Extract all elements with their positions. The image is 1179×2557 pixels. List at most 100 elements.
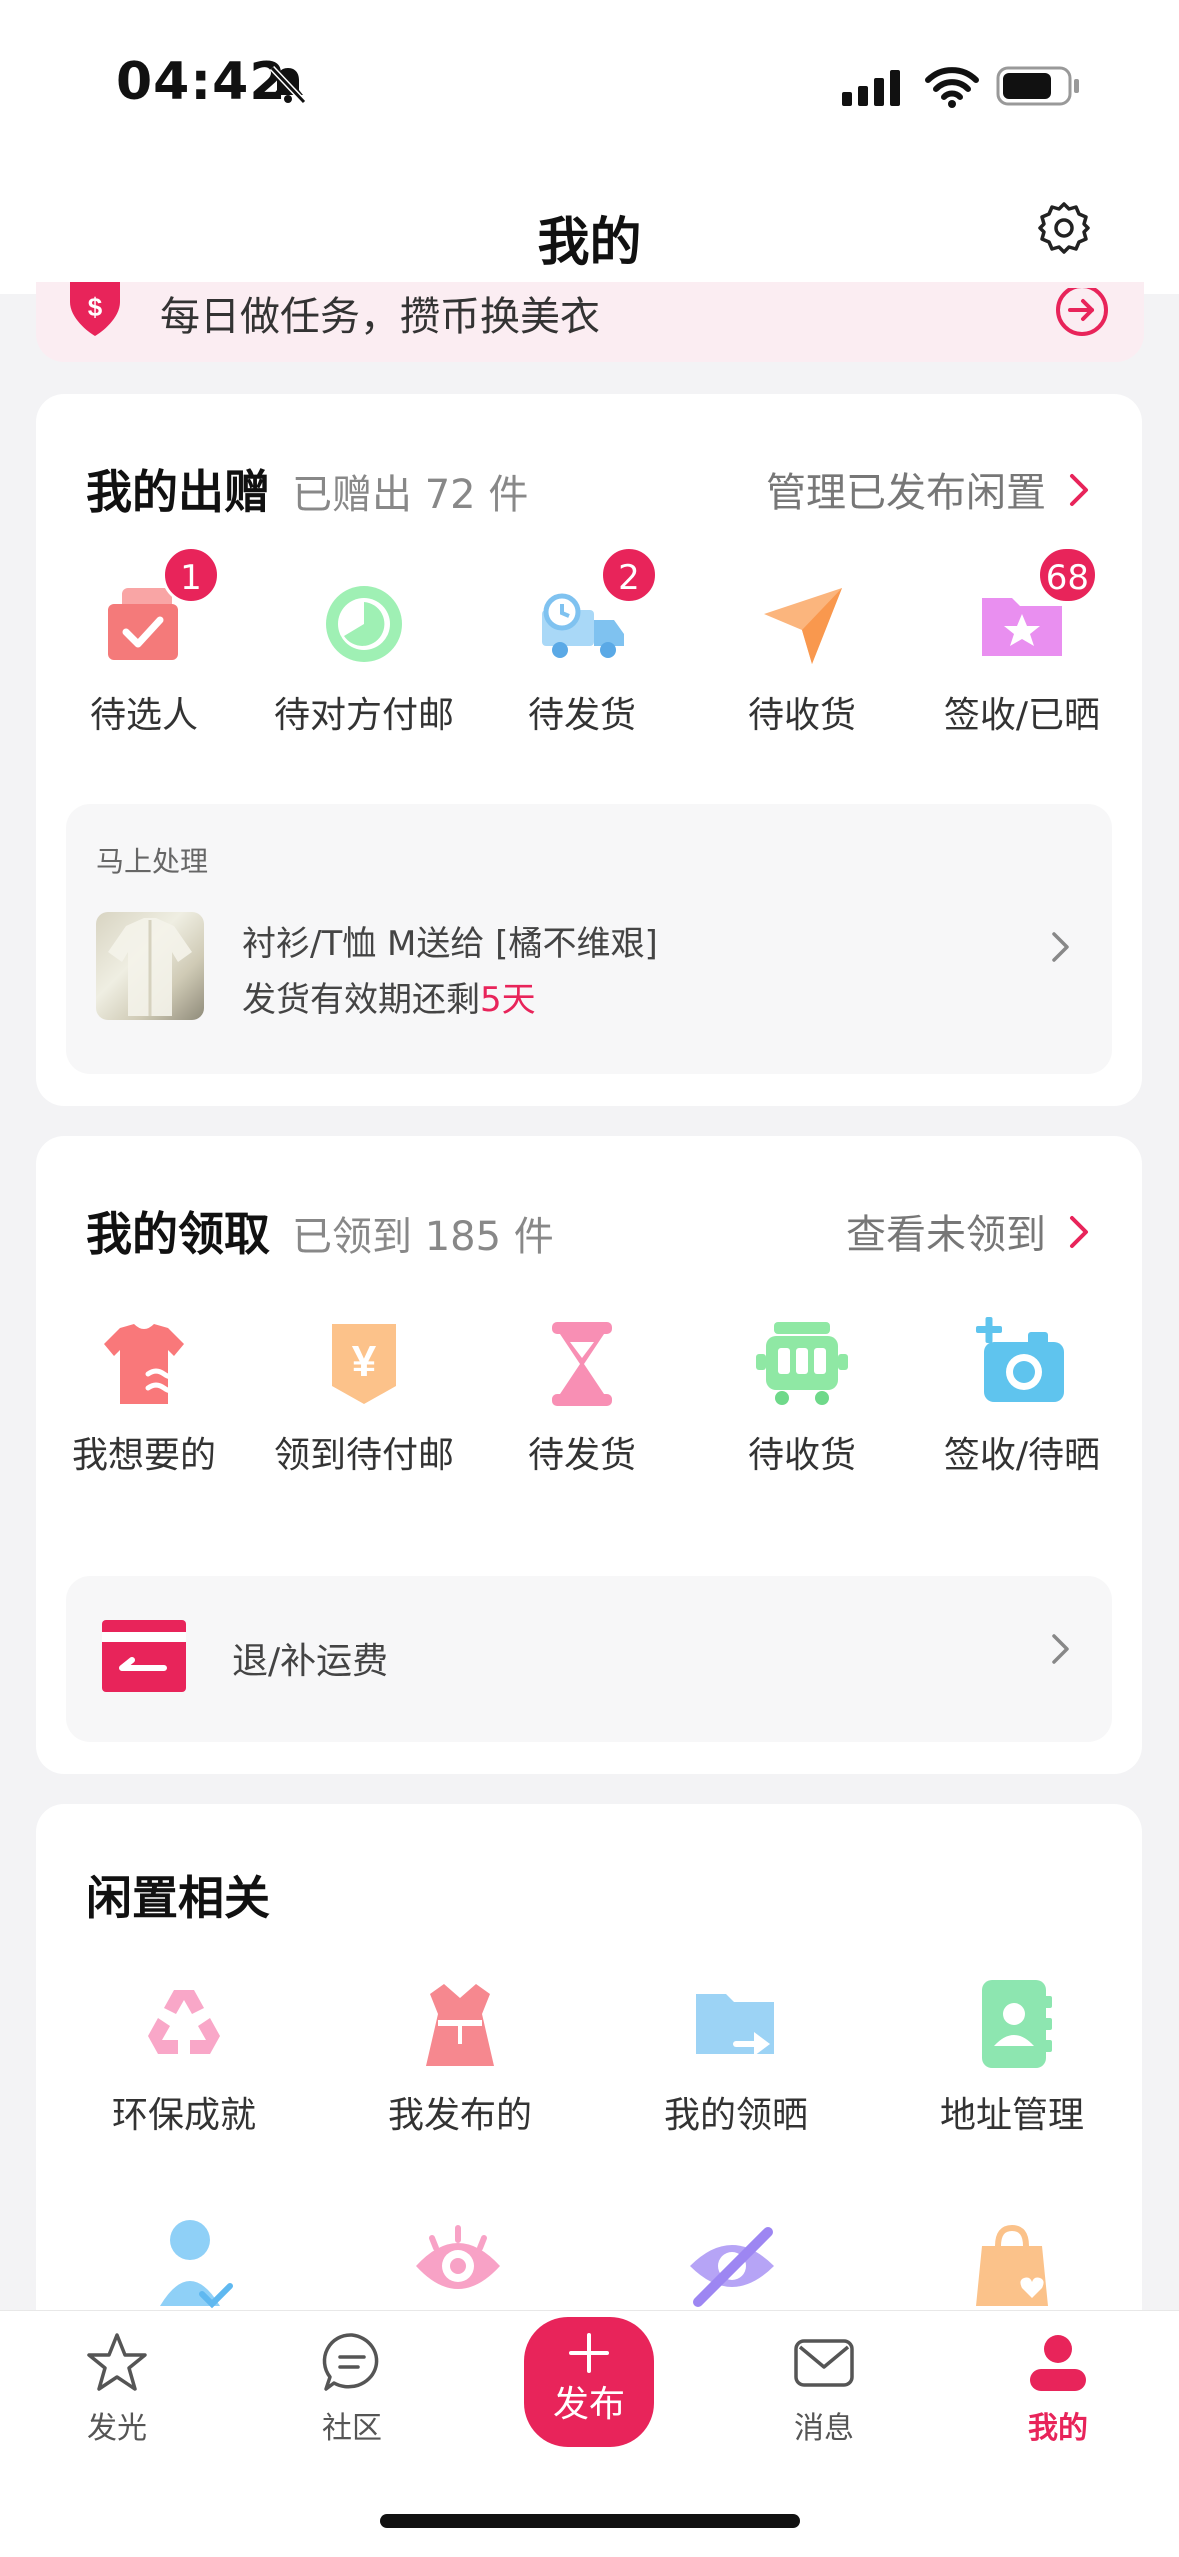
give-item-signed-shared[interactable]: 68 签收/已晒 — [912, 546, 1132, 738]
badge-count: 1 — [162, 546, 220, 604]
svg-text:$: $ — [88, 292, 103, 322]
chevron-right-icon — [1052, 932, 1069, 962]
shopping-bag-heart-icon[interactable] — [962, 2216, 1062, 2316]
give-item-label: 待收货 — [747, 695, 856, 736]
give-item-await-postage[interactable]: 待对方付邮 — [254, 574, 474, 738]
dress-icon — [426, 1984, 494, 2066]
give-summary: 已赠出 72 件 — [292, 472, 529, 518]
tab-label: 发光 — [87, 2411, 147, 2446]
publish-button[interactable]: 发布 — [524, 2317, 654, 2447]
give-item-to-receive[interactable]: 待收货 — [692, 574, 912, 738]
related-item-label: 环保成就 — [111, 2095, 256, 2136]
star-icon — [87, 2333, 147, 2391]
tab-label: 我的 — [1028, 2411, 1088, 2446]
pending-item-deadline: 发货有效期还剩5天 — [242, 972, 536, 1021]
yen-tag-icon: ¥ — [332, 1324, 396, 1404]
related-item-label: 地址管理 — [939, 2095, 1084, 2136]
receive-title: 我的领取 — [86, 1207, 270, 1261]
contact-book-icon — [982, 1980, 1052, 2068]
folder-share-icon — [696, 1994, 774, 2056]
receive-card: 我的领取 已领到 185 件 查看未领到 我想要的 ¥ 领到待付邮 待发货 待收… — [36, 1136, 1142, 1774]
give-card: 我的出赠 已赠出 72 件 管理已发布闲置 1 待选人 待对方付邮 2 待发货 … — [36, 394, 1142, 1106]
camera-plus-icon — [976, 1317, 1064, 1402]
receive-item-to-ship[interactable]: 待发货 — [472, 1314, 692, 1478]
battery-icon — [996, 66, 1079, 106]
give-item-pending-select[interactable]: 1 待选人 — [34, 546, 254, 738]
receive-item-wishlist[interactable]: 我想要的 — [34, 1314, 254, 1478]
receive-item-label: 待收货 — [747, 1435, 856, 1476]
give-item-label: 待发货 — [527, 695, 636, 736]
give-item-label: 待对方付邮 — [273, 695, 454, 736]
give-item-label: 待选人 — [89, 695, 198, 736]
bell-muted-icon — [269, 65, 307, 105]
give-title: 我的出赠 — [86, 465, 270, 519]
chevron-right-icon[interactable] — [1068, 1214, 1092, 1250]
item-thumbnail — [96, 912, 204, 1020]
task-banner[interactable]: $ 每日做任务，攒币换美衣 — [36, 282, 1144, 362]
plus-icon — [569, 2333, 609, 2373]
status-bar: 04:42 — [0, 0, 1179, 170]
mail-icon — [794, 2339, 854, 2387]
svg-text:¥: ¥ — [352, 1337, 377, 1386]
hourglass-icon — [552, 1322, 612, 1406]
related-item-my-shares[interactable]: 我的领晒 — [616, 1974, 856, 2138]
related-item-my-published[interactable]: 我发布的 — [340, 1974, 580, 2138]
related-card: 闲置相关 环保成就 我发布的 我的领晒 地址管理 — [36, 1804, 1142, 2364]
tab-me[interactable]: 我的 — [968, 2331, 1148, 2447]
view-not-received-link[interactable]: 查看未领到 — [846, 1202, 1046, 1260]
user-icon — [1030, 2335, 1086, 2391]
home-indicator — [380, 2514, 800, 2528]
receive-item-label: 领到待付邮 — [273, 1435, 454, 1476]
receive-item-label: 待发货 — [527, 1435, 636, 1476]
shirt-wish-icon — [104, 1324, 184, 1404]
pending-panel[interactable]: 马上处理 衬衫/T恤 M送给 [橘不维艰] 发货有效期还剩5天 — [66, 804, 1112, 1074]
tab-messages[interactable]: 消息 — [734, 2331, 914, 2447]
chevron-right-icon[interactable] — [1068, 472, 1092, 508]
cart-truck-icon — [756, 1322, 848, 1405]
tab-glow[interactable]: 发光 — [27, 2331, 207, 2447]
arrow-right-circle-icon[interactable] — [1054, 288, 1110, 344]
receive-item-await-postage[interactable]: ¥ 领到待付邮 — [254, 1314, 474, 1478]
manage-published-link[interactable]: 管理已发布闲置 — [766, 460, 1046, 518]
receive-item-signed-toshare[interactable]: 签收/待晒 — [912, 1314, 1132, 1478]
give-item-to-ship[interactable]: 2 待发货 — [472, 546, 692, 738]
user-verified-icon[interactable] — [140, 2216, 240, 2316]
related-item-label: 我发布的 — [387, 2095, 532, 2136]
give-item-label: 签收/已晒 — [943, 695, 1101, 736]
related-item-label: 我的领晒 — [663, 2095, 808, 2136]
eye-icon[interactable] — [408, 2216, 508, 2316]
paper-plane-icon — [764, 588, 842, 664]
refund-postage-row[interactable]: 退/补运费 — [66, 1576, 1112, 1742]
tab-community[interactable]: 社区 — [262, 2331, 442, 2447]
receive-item-label: 我想要的 — [71, 1435, 216, 1476]
coin-tag-icon: $ — [70, 282, 120, 336]
deadline-days: 5天 — [480, 980, 536, 1020]
badge-count: 68 — [1036, 546, 1098, 604]
receive-summary: 已领到 185 件 — [292, 1214, 554, 1260]
eye-hidden-icon[interactable] — [682, 2216, 782, 2316]
gear-icon[interactable] — [1036, 200, 1092, 256]
tab-label: 社区 — [322, 2411, 382, 2446]
receive-item-to-receive[interactable]: 待收货 — [692, 1314, 912, 1478]
status-time: 04:42 — [116, 52, 287, 112]
chat-bubble-icon — [322, 2333, 379, 2391]
receive-item-label: 签收/待晒 — [943, 1435, 1101, 1476]
clock-circle-icon — [326, 586, 402, 662]
shirt-photo-icon — [108, 918, 192, 1016]
chevron-right-icon — [1052, 1634, 1069, 1664]
related-item-eco[interactable]: 环保成就 — [64, 1974, 304, 2138]
nav-header: 我的 — [0, 170, 1179, 294]
wifi-icon — [925, 67, 979, 108]
tab-label: 消息 — [794, 2411, 854, 2446]
pending-item-title: 衬衫/T恤 M送给 [橘不维艰] — [242, 924, 658, 964]
banner-text: 每日做任务，攒币换美衣 — [160, 294, 600, 340]
page-title: 我的 — [537, 213, 642, 273]
refund-label: 退/补运费 — [232, 1641, 389, 1682]
publish-label: 发布 — [552, 2384, 625, 2425]
refund-card-icon — [102, 1620, 186, 1692]
pending-heading: 马上处理 — [96, 845, 209, 878]
recycle-icon — [148, 1990, 220, 2054]
related-item-address[interactable]: 地址管理 — [892, 1974, 1132, 2138]
badge-count: 2 — [600, 546, 658, 604]
cellular-signal-icon — [842, 70, 900, 106]
